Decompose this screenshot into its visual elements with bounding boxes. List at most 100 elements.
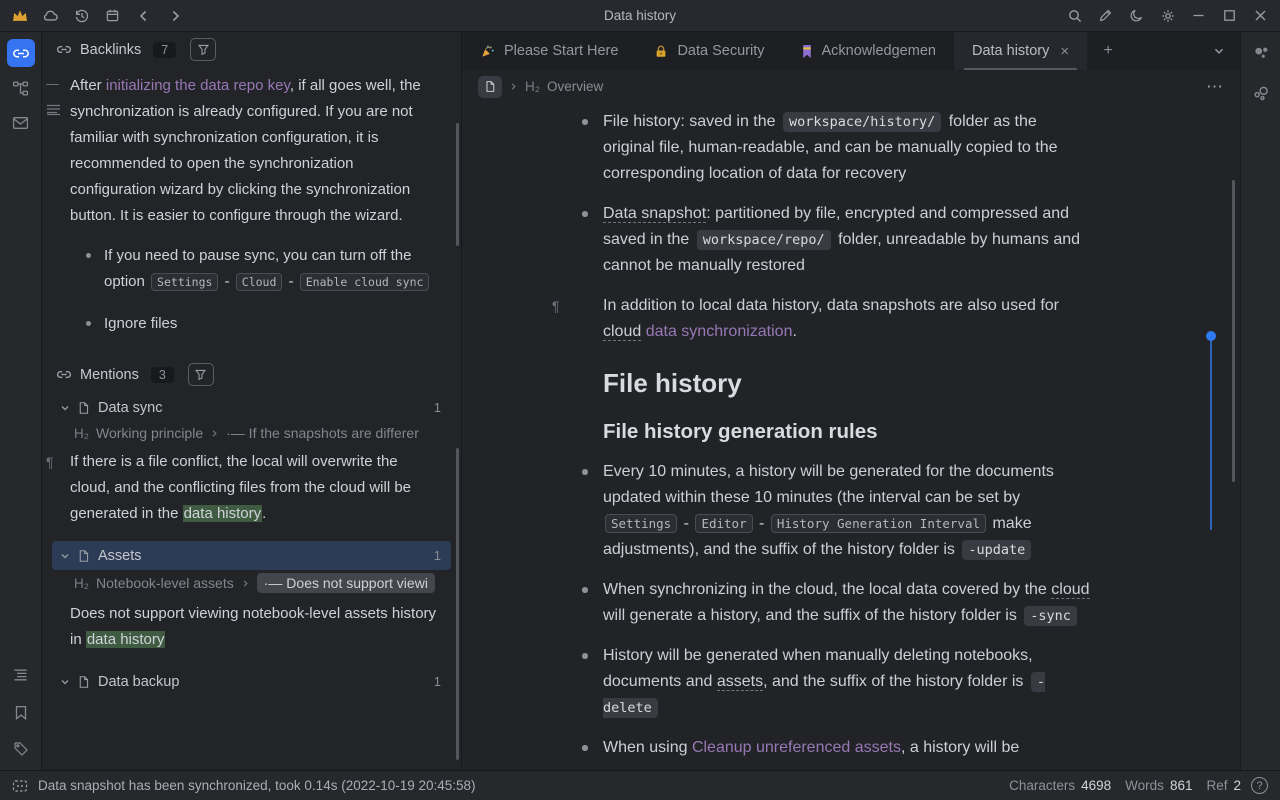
inline-kbd: Settings <box>605 514 677 533</box>
window-close-icon[interactable] <box>1245 4 1276 28</box>
tab-data-history[interactable]: Data history × <box>954 32 1087 70</box>
nav-back-icon[interactable] <box>128 4 159 28</box>
backlink-list-item[interactable]: Ignore files <box>104 311 437 337</box>
ref-value: 2 <box>1233 778 1241 793</box>
chevron-down-icon[interactable] <box>60 551 70 561</box>
left-dock <box>0 32 42 770</box>
tab-bar: Please Start Here Data Security Acknowle… <box>462 32 1240 70</box>
document-content[interactable]: File history: saved in the workspace/his… <box>462 103 1240 770</box>
tab-list-caret-icon[interactable] <box>1198 32 1240 70</box>
chevron-down-icon[interactable] <box>60 677 70 687</box>
inline-ref: data synchronization <box>646 323 793 340</box>
settings-gear-icon[interactable] <box>1152 4 1183 28</box>
words-value: 861 <box>1170 778 1193 793</box>
characters-value: 4698 <box>1081 778 1111 793</box>
backlink-position-indicator-line <box>1210 336 1212 530</box>
mention-paragraph-text: Does not support viewing notebook-level … <box>70 605 436 648</box>
mentions-header: Mentions 3 <box>42 357 461 392</box>
doc-paragraph-cloud-sync[interactable]: ¶ In addition to local data history, dat… <box>603 293 1090 345</box>
window-maximize-icon[interactable] <box>1214 4 1245 28</box>
tab-close-icon[interactable]: × <box>1060 43 1069 60</box>
dock-outline-icon[interactable] <box>7 664 35 686</box>
tab-please-start-here[interactable]: Please Start Here <box>462 32 636 70</box>
calendar-icon[interactable] <box>97 4 128 28</box>
mention-paragraph[interactable]: ¶ If there is a file conflict, the local… <box>70 449 437 527</box>
breadcrumb: H₂ Overview ⋯ <box>462 70 1240 103</box>
cloud-sync-icon[interactable] <box>35 4 66 28</box>
dock-inbox-icon[interactable] <box>7 109 35 137</box>
backlinks-scrollbar[interactable] <box>456 123 459 246</box>
inline-hl: data history <box>183 505 263 522</box>
dock-backlinks-icon[interactable] <box>7 39 35 67</box>
chevron-right-icon <box>509 82 518 91</box>
doc-bullet-delete-history[interactable]: History will be generated when manually … <box>603 643 1090 721</box>
heading-file-history[interactable]: File history <box>603 365 1090 401</box>
crumb-snippet-selected[interactable]: ·— Does not support viewi <box>257 573 435 593</box>
crumb-heading: Notebook-level assets <box>96 575 234 591</box>
mention-paragraph[interactable]: Does not support viewing notebook-level … <box>70 601 437 653</box>
mention-crumb-notebook-level-assets[interactable]: H₂ Notebook-level assets ·— Does not sup… <box>74 573 447 593</box>
doc-bullet-every-10-minutes[interactable]: Every 10 minutes, a history will be gene… <box>603 459 1090 563</box>
theme-moon-icon[interactable] <box>1121 4 1152 28</box>
tab-data-security[interactable]: Data Security <box>636 32 782 70</box>
inline-code: workspace/repo/ <box>697 230 831 250</box>
mention-doc-assets[interactable]: Assets 1 <box>52 541 451 570</box>
mention-crumb-working-principle[interactable]: H₂ Working principle ·— If the snapshots… <box>74 425 447 441</box>
doc-bullet-data-snapshot[interactable]: Data snapshot: partitioned by file, encr… <box>603 201 1090 279</box>
mentions-scrollbar[interactable] <box>456 448 459 760</box>
paragraph-marker-icon: ¶ <box>552 293 560 319</box>
chevron-down-icon[interactable] <box>60 403 70 413</box>
search-icon[interactable] <box>1059 4 1090 28</box>
paragraph-text: In addition to local data history, data … <box>603 297 1059 341</box>
doc-bullet-sync-history[interactable]: When synchronizing in the cloud, the loc… <box>603 577 1090 629</box>
mentions-filter-button[interactable] <box>188 363 214 386</box>
backlink-paragraph[interactable]: After initializing the data repo key, if… <box>70 73 437 229</box>
party-popper-icon <box>480 44 495 59</box>
editor-scrollbar[interactable] <box>1232 180 1235 482</box>
dock-tag-icon[interactable] <box>7 738 35 760</box>
dock-flow-graph-icon[interactable] <box>7 74 35 102</box>
backlinks-filter-button[interactable] <box>190 38 216 61</box>
dock-graph-icon[interactable] <box>1247 40 1275 68</box>
inline-underdash: Data snapshot <box>603 205 706 223</box>
inline-ref: initializing the data repo key <box>106 77 290 94</box>
backlink-list-item[interactable]: If you need to pause sync, you can turn … <box>104 243 437 295</box>
doc-bullet-cleanup-assets[interactable]: When using Cleanup unreferenced assets, … <box>603 735 1090 761</box>
mention-doc-data-sync[interactable]: Data sync 1 <box>52 393 451 422</box>
nav-forward-icon[interactable] <box>159 4 190 28</box>
backlinks-link-icon <box>56 44 72 55</box>
inline-kbd: Enable cloud sync <box>300 273 430 291</box>
inline-kbd: Settings <box>151 273 218 291</box>
doc-bullet-file-history[interactable]: File history: saved in the workspace/his… <box>603 109 1090 187</box>
breadcrumb-heading[interactable]: Overview <box>547 79 603 94</box>
document-icon <box>77 675 90 689</box>
breadcrumb-more-icon[interactable]: ⋯ <box>1206 77 1224 97</box>
heading-level-tag: H₂ <box>74 426 89 441</box>
edit-pencil-icon[interactable] <box>1090 4 1121 28</box>
list-gutter-icons[interactable]: — <box>46 77 64 116</box>
heading-generation-rules[interactable]: File history generation rules <box>603 417 1090 447</box>
left-dock-bottom <box>0 664 41 760</box>
help-icon[interactable]: ? <box>1251 777 1268 794</box>
doc-label: Data backup <box>98 674 179 690</box>
backlinks-header: Backlinks 7 <box>42 32 461 67</box>
tab-label: Acknowledgemen <box>822 43 936 59</box>
dock-bookmark-icon[interactable] <box>7 701 35 723</box>
window-minimize-icon[interactable] <box>1183 4 1214 28</box>
gutter-list-icon[interactable] <box>46 104 64 116</box>
breadcrumb-heading-level: H₂ <box>525 79 540 94</box>
app-logo-crown-icon[interactable] <box>4 4 35 28</box>
doc-count: 1 <box>434 548 441 563</box>
inline-code: -update <box>962 540 1031 560</box>
history-icon[interactable] <box>66 4 97 28</box>
breadcrumb-document-icon[interactable] <box>478 76 502 98</box>
dock-global-graph-icon[interactable] <box>1247 80 1275 108</box>
doc-count: 1 <box>434 400 441 415</box>
tab-acknowledgements[interactable]: Acknowledgemen <box>783 32 954 70</box>
new-tab-button[interactable]: + <box>1087 32 1129 70</box>
select-area-icon[interactable] <box>12 779 28 793</box>
mention-doc-data-backup[interactable]: Data backup 1 <box>52 667 451 696</box>
bookmark-ribbon-icon <box>801 44 813 59</box>
backlinks-count-badge: 7 <box>153 42 176 58</box>
gutter-dash-icon[interactable]: — <box>46 77 64 91</box>
